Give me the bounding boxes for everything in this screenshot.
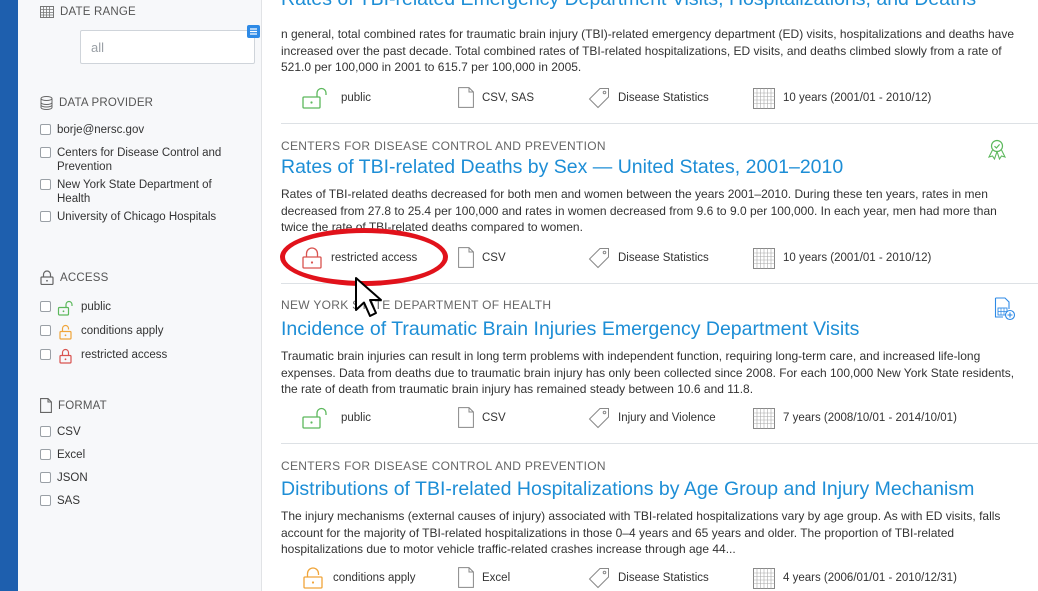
access-option-restricted[interactable]: restricted access: [40, 348, 260, 364]
app-window: DATE RANGE all DATA PROVIDER borje@nersc…: [18, 0, 1038, 591]
mouse-pointer-icon: [353, 276, 389, 325]
checkbox[interactable]: [40, 301, 51, 312]
date-range-input[interactable]: all: [80, 25, 260, 64]
format-heading: FORMAT: [40, 398, 107, 413]
category-badge: Injury and Violence: [588, 407, 716, 429]
lock-conditions-icon: [301, 567, 325, 589]
result-title[interactable]: Rates of TBI-related Deaths by Sex — Uni…: [281, 156, 843, 179]
access-badge: public: [301, 87, 371, 109]
checkbox[interactable]: [40, 325, 51, 336]
file-icon: [458, 87, 474, 108]
checkbox[interactable]: [40, 472, 51, 483]
filter-sidebar: DATE RANGE all DATA PROVIDER borje@nersc…: [18, 0, 262, 591]
result-description: The injury mechanisms (external causes o…: [281, 509, 1001, 556]
results-list: Rates of TBI-related Emergency Departmen…: [281, 0, 1038, 591]
database-icon: [40, 96, 53, 110]
provider-option[interactable]: New York State Department of Health: [40, 178, 260, 206]
result-agency: NEW YORK STATE DEPARTMENT OF HEALTH: [281, 298, 552, 312]
calendar-icon: [753, 247, 775, 269]
category-badge: Disease Statistics: [588, 247, 709, 269]
format-option[interactable]: SAS: [40, 494, 260, 508]
checkbox[interactable]: [40, 426, 51, 437]
checkbox[interactable]: [40, 179, 51, 190]
provider-option[interactable]: borje@nersc.gov: [40, 123, 260, 137]
checkbox[interactable]: [40, 495, 51, 506]
result-title[interactable]: Distributions of TBI-related Hospitaliza…: [281, 478, 974, 501]
access-badge: public: [301, 407, 371, 429]
dataset-add-icon[interactable]: [994, 297, 1016, 326]
access-option-conditions[interactable]: conditions apply: [40, 324, 260, 340]
checkbox[interactable]: [40, 449, 51, 460]
tag-icon: [588, 407, 610, 429]
result-agency: CENTERS FOR DISEASE CONTROL AND PREVENTI…: [281, 459, 606, 473]
format-option[interactable]: JSON: [40, 471, 260, 485]
divider: [281, 123, 1038, 124]
checkbox[interactable]: [40, 349, 51, 360]
category-badge: Disease Statistics: [588, 87, 709, 109]
calendar-icon: [753, 87, 775, 109]
lock-restricted-icon: [57, 348, 75, 364]
calendar-icon: [40, 6, 54, 18]
time-badge: 10 years (2001/01 - 2010/12): [753, 247, 931, 269]
data-provider-heading: DATA PROVIDER: [40, 96, 153, 110]
format-badge: CSV, SAS: [458, 87, 534, 108]
file-icon: [458, 247, 474, 268]
checkbox[interactable]: [40, 211, 51, 222]
unlock-icon: [301, 407, 333, 429]
calendar-icon: [753, 567, 775, 589]
award-ribbon-icon: [985, 138, 1009, 165]
format-badge: Excel: [458, 567, 510, 588]
result-description: Traumatic brain injuries can result in l…: [281, 349, 1015, 396]
unlock-icon: [301, 87, 333, 109]
divider: [281, 443, 1038, 444]
format-badge: CSV: [458, 247, 506, 268]
time-badge: 10 years (2001/01 - 2010/12): [753, 87, 931, 109]
result-description: n general, total combined rates for trau…: [281, 27, 1015, 74]
format-option[interactable]: Excel: [40, 448, 260, 462]
checkbox[interactable]: [40, 124, 51, 135]
calendar-icon: [753, 407, 775, 429]
lock-conditions-icon: [57, 324, 75, 340]
tag-icon: [588, 247, 610, 269]
tag-icon: [588, 567, 610, 589]
result-title[interactable]: Rates of TBI-related Emergency Departmen…: [281, 0, 976, 11]
format-badge: CSV: [458, 407, 506, 428]
checkbox[interactable]: [40, 147, 51, 158]
tag-icon: [588, 87, 610, 109]
access-badge: conditions apply: [301, 567, 415, 589]
file-icon: [458, 407, 474, 428]
lock-icon: [40, 270, 54, 285]
date-picker-icon[interactable]: [247, 25, 260, 38]
time-badge: 4 years (2006/01/01 - 2010/12/31): [753, 567, 957, 589]
access-option-public[interactable]: public: [40, 300, 260, 316]
access-heading: ACCESS: [40, 270, 109, 285]
provider-option[interactable]: University of Chicago Hospitals: [40, 210, 260, 224]
file-icon: [40, 398, 52, 413]
file-icon: [458, 567, 474, 588]
time-badge: 7 years (2008/10/01 - 2014/10/01): [753, 407, 957, 429]
provider-option[interactable]: Centers for Disease Control and Preventi…: [40, 146, 260, 174]
unlock-icon: [57, 300, 75, 316]
result-description: Rates of TBI-related deaths decreased fo…: [281, 187, 997, 234]
date-range-heading: DATE RANGE: [40, 6, 136, 18]
format-option[interactable]: CSV: [40, 425, 260, 439]
result-agency: CENTERS FOR DISEASE CONTROL AND PREVENTI…: [281, 139, 606, 153]
category-badge: Disease Statistics: [588, 567, 709, 589]
